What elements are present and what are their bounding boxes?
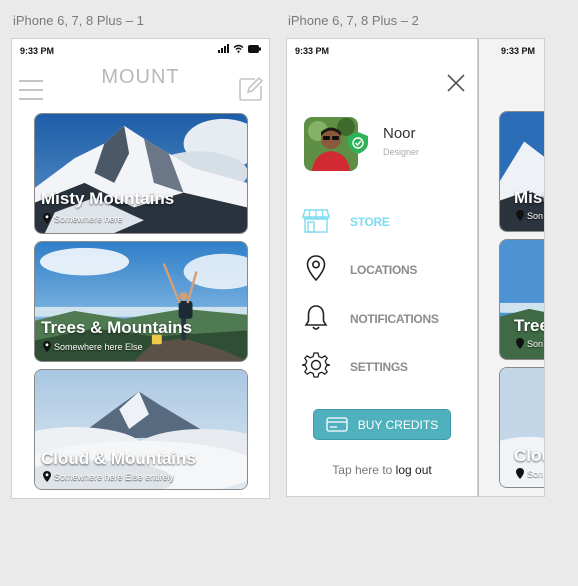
artboard-label-2: iPhone 6, 7, 8 Plus – 2 (288, 13, 419, 28)
card-trees-mountains[interactable]: Trees & Mountains Somewhere here Else (34, 241, 248, 362)
card-title: Clou (514, 446, 544, 465)
card-location-text: Son (527, 210, 544, 221)
status-bar: 9:33 PM (479, 39, 544, 63)
store-icon (302, 209, 330, 233)
card-location: Somewhere here (43, 213, 123, 224)
artboard-home-peek: 9:33 PM Mist Son Tree Son Clou (478, 38, 545, 497)
artboard-home: 9:33 PM MOUNT Misty Mountains Somewhere … (11, 38, 270, 499)
status-time: 9:33 PM (20, 46, 55, 56)
logout-prefix: Tap here to (332, 463, 393, 477)
card-title: Trees & Mountains (41, 318, 193, 337)
card-location: Son (516, 468, 543, 479)
card-title: Tree (514, 316, 544, 335)
location-pin-icon (516, 210, 524, 221)
card-location: Son (516, 210, 543, 221)
menu-item-notifications[interactable]: NOTIFICATIONS (302, 303, 472, 333)
status-bar: 9:33 PM (287, 39, 477, 63)
gear-icon (302, 352, 330, 378)
logout-link[interactable]: log out (396, 463, 432, 477)
artboard-label-1: iPhone 6, 7, 8 Plus – 1 (13, 13, 144, 28)
card-misty-mountains[interactable]: Misty Mountains Somewhere here (34, 113, 248, 234)
menu-item-locations[interactable]: LOCATIONS (302, 254, 472, 284)
card-location-text: Son (527, 338, 544, 349)
card-title: Cloud & Mountains (41, 449, 196, 468)
location-pin-icon (43, 471, 51, 482)
card-location: Somewhere here Else entirely (43, 471, 174, 482)
menu-item-settings[interactable]: SETTINGS (302, 351, 472, 381)
buy-credits-button[interactable]: BUY CREDITS (313, 409, 451, 440)
location-pin-icon (43, 341, 51, 352)
verified-shield-icon (348, 132, 368, 154)
menu-item-label: LOCATIONS (350, 263, 418, 277)
artboard-menu: 9:33 PM Noor Designer STORE LOCATIONS NO… (286, 38, 478, 497)
menu-item-label: NOTIFICATIONS (350, 312, 439, 326)
card-peek-2[interactable]: Tree Son (499, 239, 544, 360)
edit-icon[interactable] (239, 77, 263, 101)
app-title: MOUNT (101, 66, 180, 88)
user-name: Noor (383, 125, 416, 142)
menu-item-label: STORE (350, 215, 390, 229)
location-pin-icon (306, 255, 326, 282)
card-location: Somewhere here Else (43, 341, 143, 352)
location-pin-icon (43, 213, 51, 224)
menu-item-label: SETTINGS (350, 360, 408, 374)
card-location: Son (516, 338, 543, 349)
signal-icon (218, 44, 229, 53)
status-bar: 9:33 PM (12, 39, 269, 63)
credit-card-icon (326, 417, 348, 432)
card-location-text: Somewhere here Else entirely (54, 471, 175, 482)
status-time: 9:33 PM (295, 46, 330, 56)
location-pin-icon (516, 468, 524, 479)
battery-icon (248, 44, 261, 53)
card-location-text: Somewhere here (54, 213, 123, 224)
card-location-text: Somewhere here Else (54, 341, 143, 352)
user-role: Designer (383, 147, 420, 157)
card-location-text: Son (527, 468, 544, 479)
card-title: Mist (514, 188, 545, 207)
card-title: Misty Mountains (41, 189, 175, 208)
bell-icon (304, 305, 328, 330)
logout-row: Tap here to log out (287, 463, 477, 477)
wifi-icon (233, 44, 244, 53)
menu-item-store[interactable]: STORE (302, 206, 472, 236)
card-peek-1[interactable]: Mist Son (499, 111, 545, 232)
location-pin-icon (516, 338, 524, 349)
card-peek-3[interactable]: Clou Son (499, 367, 544, 488)
close-icon[interactable] (445, 72, 467, 94)
card-cloud-mountains[interactable]: Cloud & Mountains Somewhere here Else en… (34, 369, 248, 490)
status-time: 9:33 PM (501, 46, 536, 56)
buy-credits-label: BUY CREDITS (357, 417, 439, 432)
